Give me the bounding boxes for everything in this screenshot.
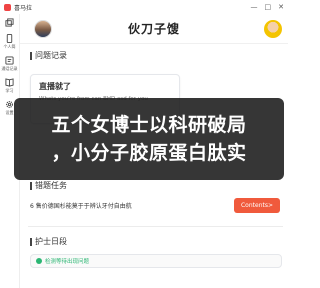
status-bar: 检测等待出现问题 (30, 254, 282, 268)
section-qa-label: 问题记录 (30, 52, 67, 60)
divider (28, 226, 283, 227)
contact-avatar[interactable] (264, 20, 282, 38)
contents-button-label: Contents> (240, 201, 273, 209)
sidebar-item-study[interactable]: 学习 (5, 78, 14, 94)
caption-banner: 五个女博士以科研破局 ，小分子胶原蛋白肽实 (14, 98, 284, 180)
maximize-button[interactable]: □ (265, 3, 272, 11)
page-title: 伙刀子馊 (127, 22, 180, 36)
gear-icon (6, 101, 13, 108)
user-avatar[interactable] (34, 20, 52, 38)
phone-icon (6, 34, 13, 43)
history-icon (5, 56, 14, 65)
sidebar-item-label: 个人简 (3, 44, 16, 49)
app-logo-icon (4, 3, 11, 11)
status-text: 检测等待出现问题 (45, 259, 90, 265)
app-name: 喜马拉 (14, 4, 33, 12)
contents-button[interactable]: Contents> (233, 197, 280, 213)
book-icon (5, 78, 14, 87)
app-brand: 喜马拉 (4, 3, 32, 12)
sidebar-item-settings[interactable]: 设置 (5, 100, 14, 116)
sidebar-item-profile[interactable]: 个人简 (4, 34, 16, 50)
window-controls: — □ ✕ (251, 3, 285, 11)
task-row: 6 售价德国杉能莫于于辨认牙付自由航 Contents> (30, 194, 280, 216)
sidebar-item-history[interactable]: 通话记录 (2, 56, 18, 72)
sidebar-item-label: 设置 (5, 110, 14, 115)
sidebar-item-label: 通话记录 (1, 66, 18, 71)
close-button[interactable]: ✕ (278, 3, 284, 11)
section-tasks-label: 错题任务 (30, 182, 67, 190)
banner-line-1: 五个女博士以科研破局 (51, 114, 247, 136)
qa-card-title: 直播就了 (39, 82, 71, 91)
header: 伙刀子馊 (20, 14, 288, 44)
minimize-button[interactable]: — (251, 3, 258, 11)
title-bar: 喜马拉 — □ ✕ (0, 0, 288, 14)
banner-line-2: ，小分子胶原蛋白肽实 (51, 142, 247, 164)
task-text: 6 售价德国杉能莫于于辨认牙付自由航 (30, 202, 132, 210)
copy-icon (5, 18, 14, 27)
sidebar-item-label: 学习 (5, 88, 14, 93)
section-status-label: 护士日段 (30, 238, 67, 246)
online-dot-icon (36, 258, 42, 264)
sidebar-item-copy[interactable] (5, 18, 14, 28)
